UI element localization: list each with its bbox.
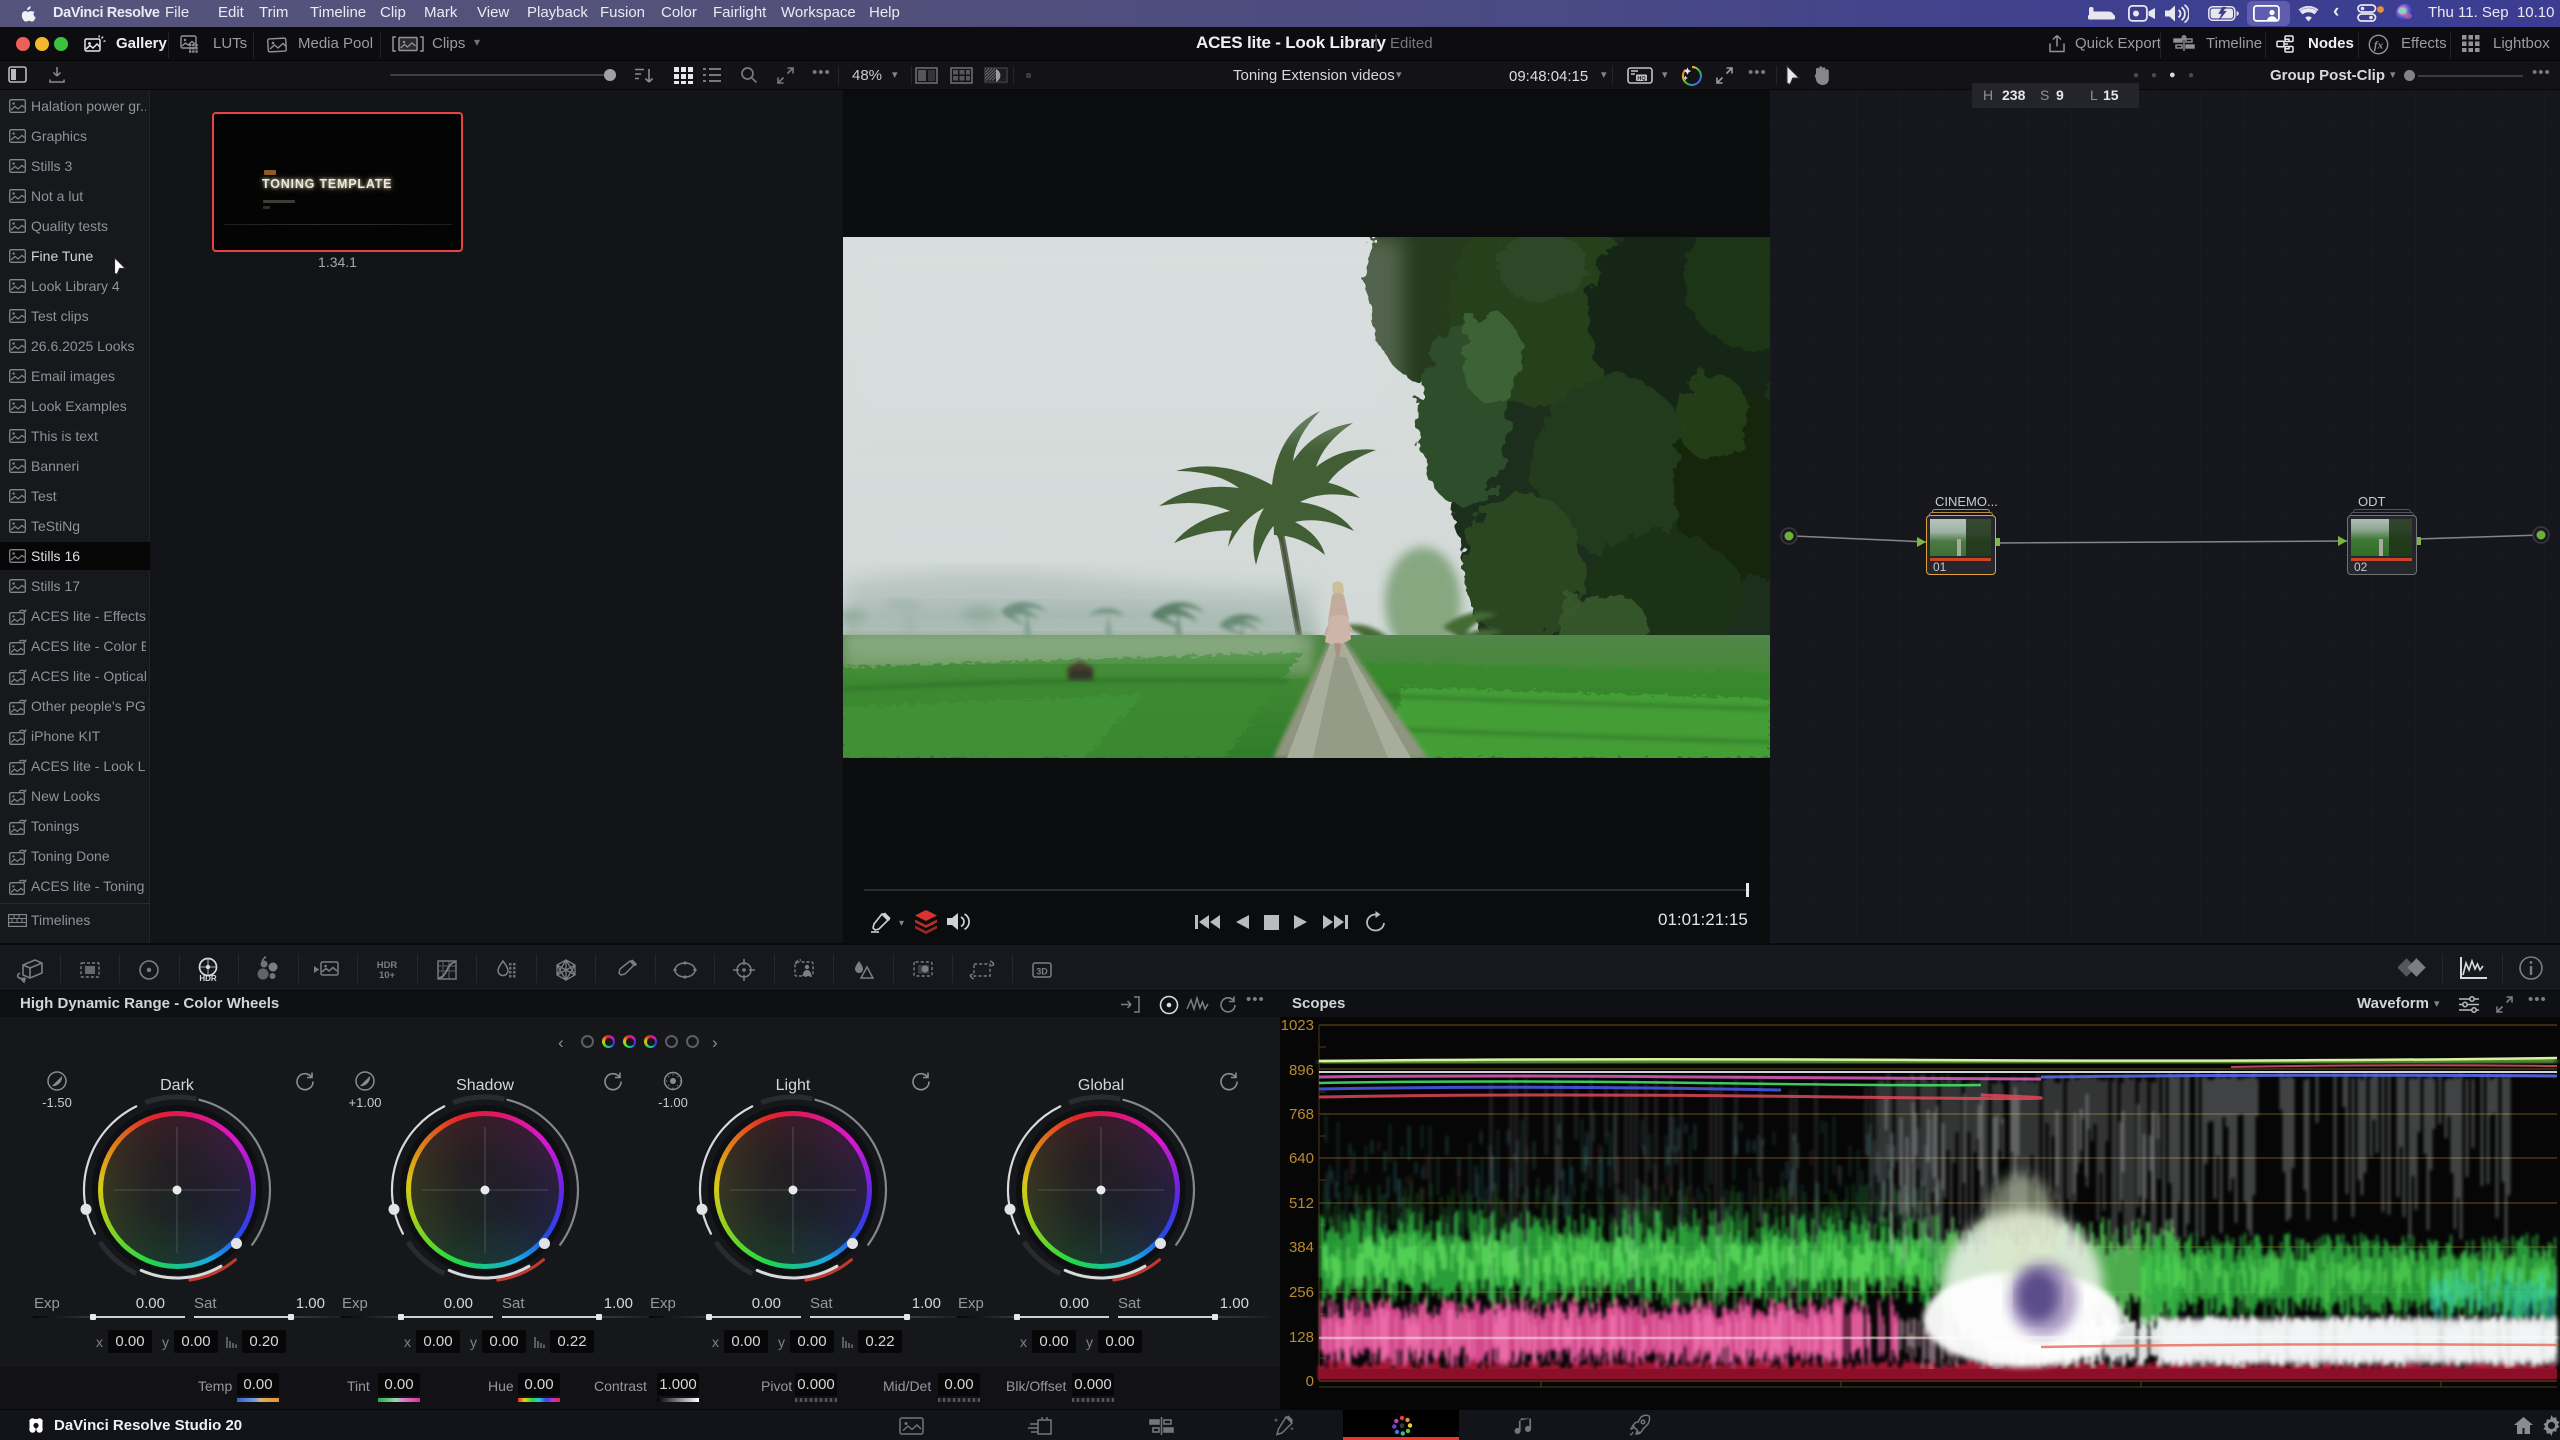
svg-text:768: 768 bbox=[1289, 1106, 1314, 1123]
svg-text:512: 512 bbox=[1289, 1195, 1314, 1212]
svg-text:0: 0 bbox=[1306, 1373, 1314, 1390]
svg-text:1023: 1023 bbox=[1281, 1017, 1314, 1034]
svg-text:HDR: HDR bbox=[199, 974, 217, 983]
svg-text:896: 896 bbox=[1289, 1062, 1314, 1079]
svg-text:fx: fx bbox=[2374, 40, 2384, 52]
svg-text:3D: 3D bbox=[1036, 967, 1048, 977]
svg-text:384: 384 bbox=[1289, 1239, 1314, 1256]
svg-text:HQ: HQ bbox=[1637, 76, 1646, 82]
svg-text:10+: 10+ bbox=[379, 970, 396, 981]
svg-text:256: 256 bbox=[1289, 1284, 1314, 1301]
svg-text:128: 128 bbox=[1289, 1329, 1314, 1346]
svg-text:640: 640 bbox=[1289, 1150, 1314, 1167]
